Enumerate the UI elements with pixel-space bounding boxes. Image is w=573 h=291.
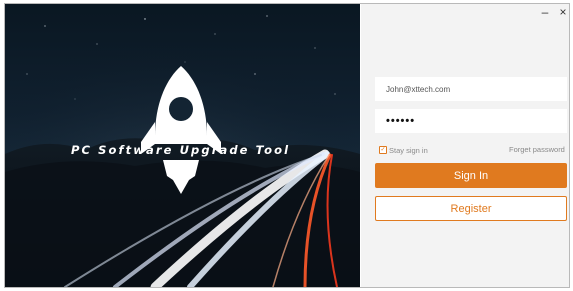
app-window: PC Software Upgrade Tool – × ✓ Stay sign… [4,3,570,288]
forgot-password-link[interactable]: Forget password [509,145,565,154]
sign-in-button[interactable]: Sign In [375,163,567,188]
checkbox-check-icon: ✓ [379,146,387,154]
password-field[interactable] [375,109,567,133]
hero-panel: PC Software Upgrade Tool [5,4,360,287]
stay-signed-in-label: Stay sign in [389,145,428,155]
login-panel: – × ✓ Stay sign in Forget password Sign … [361,4,569,287]
minimize-button[interactable]: – [538,5,552,19]
hero-title: PC Software Upgrade Tool [71,143,291,157]
register-button[interactable]: Register [375,196,567,221]
email-field[interactable] [375,77,567,101]
close-button[interactable]: × [556,5,569,19]
stay-signed-in-checkbox[interactable]: ✓ Stay sign in [379,144,428,156]
